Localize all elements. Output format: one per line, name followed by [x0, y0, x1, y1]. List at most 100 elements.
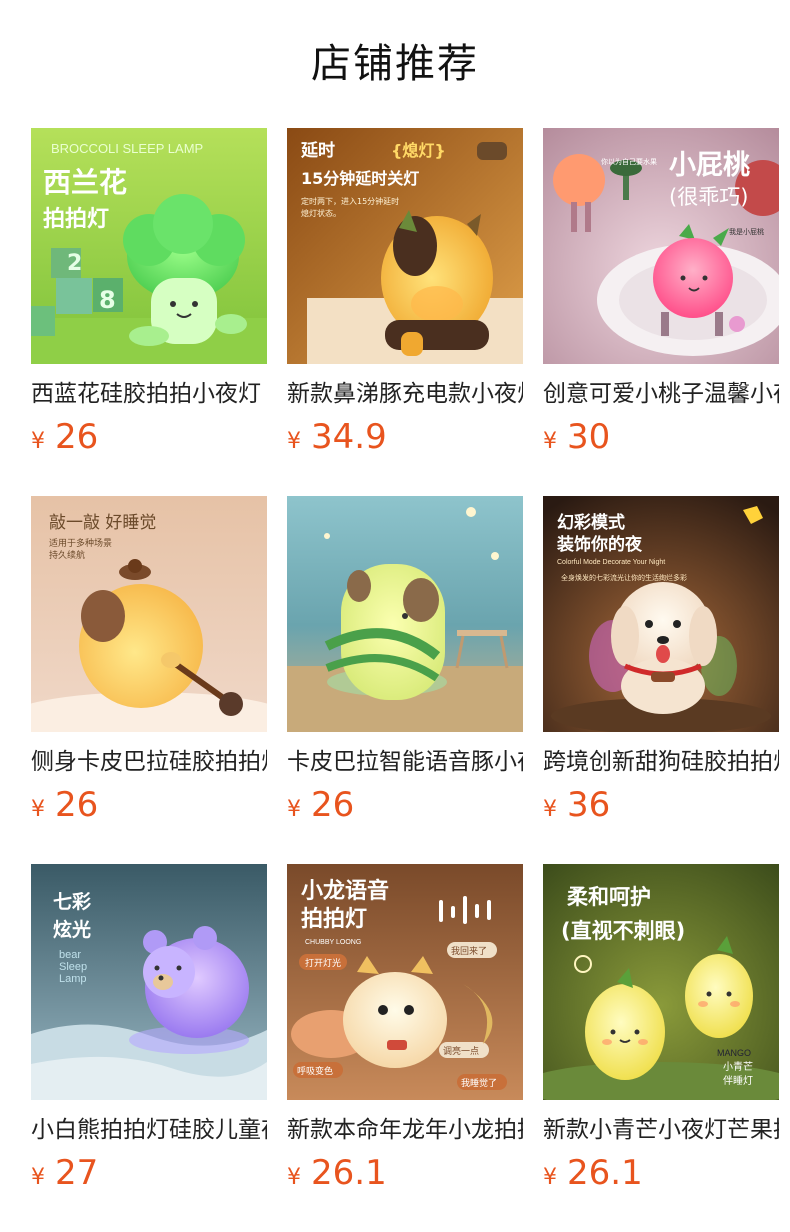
broccoli-lamp-image: BROCCOLI SLEEP LAMP 西兰花 拍拍灯 2 8 — [31, 128, 267, 364]
currency-symbol: ¥ — [287, 797, 301, 822]
image-caption: 小青芒 — [723, 1060, 753, 1073]
dog-lamp-image: 幻彩模式 装饰你的夜 Colorful Mode Decorate Your N… — [543, 496, 779, 732]
image-caption: 延时 — [300, 140, 335, 161]
product-name[interactable]: 小白熊拍拍灯硅胶儿童夜灯 — [31, 1114, 267, 1148]
image-caption: 我睡觉了 — [461, 1077, 497, 1089]
image-caption: 我是小屁桃 — [729, 227, 764, 236]
product-image[interactable]: 小龙语音 拍拍灯 CHUBBY LOONG 打开灯光 我回来了 调亮一点 呼吸变… — [287, 864, 523, 1100]
product-price: ¥36 — [543, 784, 779, 826]
product-card-mango[interactable]: 柔和呵护 (直视不刺眼) 小青芒 伴睡灯 MANGO 新款小青芒小夜灯芒果 ¥ … — [543, 864, 779, 1204]
product-name[interactable]: 卡皮巴拉智能语音豚小夜灯 — [287, 746, 523, 780]
currency-symbol: ¥ — [287, 1165, 301, 1190]
product-card-bear[interactable]: 七彩 炫光 bear Sleep Lamp 小白熊拍拍灯硅胶儿童夜灯 ¥27 — [31, 864, 267, 1204]
product-price: ¥27 — [31, 1152, 267, 1194]
product-name[interactable]: 新款小青芒小夜灯芒果拍拍灯 — [543, 1114, 779, 1148]
product-name[interactable]: 新款本命年龙年小龙拍拍灯 — [287, 1114, 523, 1148]
product-image[interactable]: 你以为自己要水果 小屁桃 (很乖巧) 我是小屁桃 — [543, 128, 779, 364]
image-caption: 我回来了 — [451, 946, 487, 957]
price-value: 26 — [55, 785, 99, 825]
capybara-side-lamp-image: 敲一敲 好睡觉 适用于多种场景 持久续航 — [31, 496, 267, 732]
product-name[interactable]: 跨境创新甜狗硅胶拍拍灯 — [543, 746, 779, 780]
product-price: ¥26 — [31, 784, 267, 826]
image-caption: 持久续航 — [49, 549, 85, 561]
image-caption: 15分钟延时关灯 — [301, 169, 419, 188]
image-caption: 拍拍灯 — [43, 206, 109, 232]
product-price: ¥26.1 — [287, 1152, 523, 1194]
capybara-voice-lamp-image — [287, 496, 523, 732]
currency-symbol: ¥ — [543, 797, 557, 822]
product-name[interactable]: 侧身卡皮巴拉硅胶拍拍灯 — [31, 746, 267, 780]
product-image[interactable]: 延时 {熄灯} 15分钟延时关灯 定时两下，进入15分钟延时 熄灯状态。 — [287, 128, 523, 364]
product-price: ¥30 — [543, 416, 779, 458]
image-caption: {熄灯} — [391, 141, 446, 160]
price-value: 26.1 — [567, 1153, 643, 1193]
dragon-lamp-image: 小龙语音 拍拍灯 CHUBBY LOONG 打开灯光 我回来了 调亮一点 呼吸变… — [287, 864, 523, 1100]
page-title: 店铺推荐 — [311, 41, 479, 87]
image-caption: 打开灯光 — [305, 957, 341, 969]
product-card-dragon[interactable]: 小龙语音 拍拍灯 CHUBBY LOONG 打开灯光 我回来了 调亮一点 呼吸变… — [287, 864, 523, 1204]
bear-lamp-image: 七彩 炫光 bear Sleep Lamp — [31, 864, 267, 1100]
product-card-peach[interactable]: 你以为自己要水果 小屁桃 (很乖巧) 我是小屁桃 创意可爱小桃子温馨小夜灯 ¥3… — [543, 128, 779, 468]
image-caption: 装饰你的夜 — [556, 534, 643, 555]
product-card-capybara-voice[interactable]: 卡皮巴拉智能语音豚小夜灯 ¥26 — [287, 496, 523, 836]
image-caption: (很乖巧) — [669, 185, 748, 209]
currency-symbol: ¥ — [543, 1165, 557, 1190]
product-card-capybara-side[interactable]: 敲一敲 好睡觉 适用于多种场景 持久续航 侧身卡皮巴拉硅胶拍拍灯 ¥26 — [31, 496, 267, 836]
image-caption: 8 — [99, 286, 116, 314]
price-value: 34.9 — [311, 417, 387, 457]
image-caption: 小龙语音 — [301, 878, 389, 904]
image-caption: 七彩 — [53, 891, 91, 913]
currency-symbol: ¥ — [31, 797, 45, 822]
currency-symbol: ¥ — [543, 429, 557, 454]
product-price: ¥26 — [287, 784, 523, 826]
image-caption: BROCCOLI SLEEP LAMP — [51, 141, 203, 156]
image-caption: 拍拍灯 — [301, 906, 367, 932]
product-image[interactable] — [287, 496, 523, 732]
image-caption: 适用于多种场景 — [49, 537, 112, 549]
product-card-dog[interactable]: 幻彩模式 装饰你的夜 Colorful Mode Decorate Your N… — [543, 496, 779, 836]
price-value: 36 — [567, 785, 611, 825]
product-price: ¥34.9 — [287, 416, 523, 458]
image-caption: 你以为自己要水果 — [601, 157, 657, 166]
image-caption: 西兰花 — [43, 166, 127, 199]
image-caption: Lamp — [59, 973, 87, 985]
currency-symbol: ¥ — [31, 429, 45, 454]
pig-lamp-image: 延时 {熄灯} 15分钟延时关灯 定时两下，进入15分钟延时 熄灯状态。 — [287, 128, 523, 364]
product-image[interactable]: BROCCOLI SLEEP LAMP 西兰花 拍拍灯 2 8 — [31, 128, 267, 364]
image-caption: 2 — [67, 251, 82, 276]
product-image[interactable]: 柔和呵护 (直视不刺眼) 小青芒 伴睡灯 MANGO — [543, 864, 779, 1100]
image-caption: 小屁桃 — [669, 150, 750, 181]
image-caption: 全身焕发的七彩流光让你的生活绚烂多彩 — [561, 573, 687, 582]
product-name[interactable]: 新款鼻涕豚充电款小夜灯 — [287, 378, 523, 412]
currency-symbol: ¥ — [287, 429, 301, 454]
image-caption: 调亮一点 — [443, 1045, 479, 1057]
image-caption: Sleep — [59, 961, 87, 973]
product-image[interactable]: 敲一敲 好睡觉 适用于多种场景 持久续航 — [31, 496, 267, 732]
price-value: 30 — [567, 417, 611, 457]
image-caption: 呼吸变色 — [297, 1065, 333, 1077]
image-caption: 敲一敲 好睡觉 — [49, 513, 156, 533]
image-caption: 炫光 — [53, 918, 91, 941]
product-image[interactable]: 幻彩模式 装饰你的夜 Colorful Mode Decorate Your N… — [543, 496, 779, 732]
product-card-pig[interactable]: 延时 {熄灯} 15分钟延时关灯 定时两下，进入15分钟延时 熄灯状态。 新款鼻… — [287, 128, 523, 468]
image-caption: 幻彩模式 — [557, 512, 625, 533]
price-value: 26 — [311, 785, 355, 825]
peach-lamp-image: 你以为自己要水果 小屁桃 (很乖巧) 我是小屁桃 — [543, 128, 779, 364]
currency-symbol: ¥ — [31, 1165, 45, 1190]
product-image[interactable]: 七彩 炫光 bear Sleep Lamp — [31, 864, 267, 1100]
mango-lamp-image: 柔和呵护 (直视不刺眼) 小青芒 伴睡灯 MANGO — [543, 864, 779, 1100]
image-caption: CHUBBY LOONG — [305, 939, 361, 946]
image-caption: Colorful Mode Decorate Your Night — [557, 559, 665, 566]
product-card-broccoli[interactable]: BROCCOLI SLEEP LAMP 西兰花 拍拍灯 2 8 西蓝花硅胶拍拍小… — [31, 128, 267, 468]
image-caption: (直视不刺眼) — [561, 919, 685, 943]
product-name[interactable]: 创意可爱小桃子温馨小夜灯 — [543, 378, 779, 412]
price-value: 27 — [55, 1153, 99, 1193]
product-name[interactable]: 西蓝花硅胶拍拍小夜灯 — [31, 378, 267, 412]
price-value: 26 — [55, 417, 99, 457]
image-caption: 伴睡灯 — [723, 1074, 753, 1087]
price-value: 26.1 — [311, 1153, 387, 1193]
image-caption: bear — [59, 949, 81, 961]
image-caption: MANGO — [717, 1048, 751, 1058]
image-caption: 定时两下，进入15分钟延时 — [301, 196, 399, 206]
product-price: ¥26.1 — [543, 1152, 779, 1194]
